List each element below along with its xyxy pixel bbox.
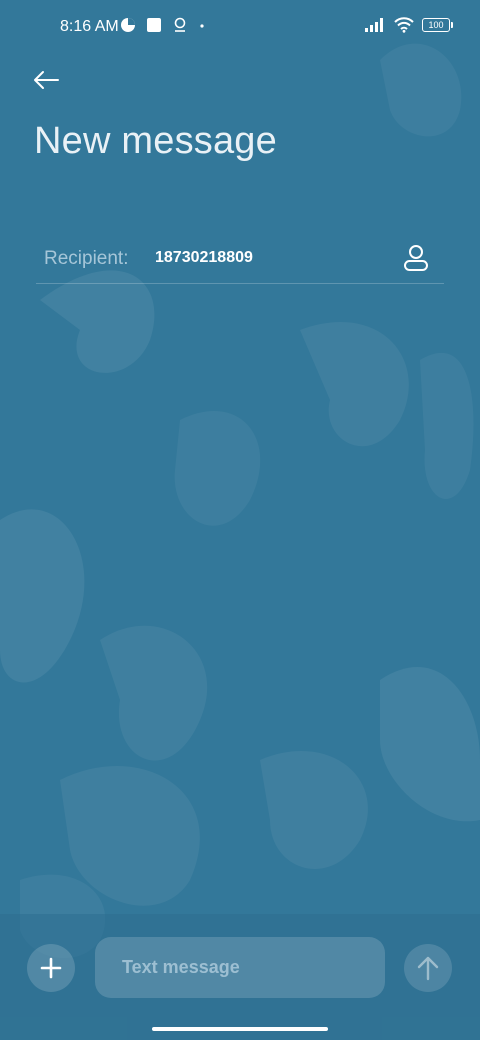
signal-icon	[365, 18, 383, 32]
recipient-divider	[36, 283, 444, 284]
person-icon	[404, 245, 428, 271]
send-button[interactable]	[404, 944, 452, 992]
home-indicator[interactable]	[152, 1027, 328, 1031]
message-input[interactable]	[122, 937, 372, 998]
recipient-row: Recipient:	[36, 232, 444, 284]
recipient-input[interactable]	[155, 249, 375, 267]
battery-icon: 100	[422, 18, 453, 32]
compose-bar	[0, 914, 480, 1040]
attach-button[interactable]	[27, 944, 75, 992]
message-field[interactable]	[95, 937, 385, 998]
status-time: 8:16 AM	[60, 18, 119, 35]
square-notification-icon	[147, 18, 161, 32]
recipient-label: Recipient:	[44, 248, 129, 269]
status-bar: 8:16 AM 100	[0, 0, 480, 56]
arrow-up-icon	[417, 956, 439, 981]
pie-chart-icon	[121, 18, 135, 32]
back-button[interactable]	[26, 62, 66, 98]
wifi-icon	[394, 17, 414, 33]
location-pin-icon	[174, 17, 186, 32]
plus-icon	[40, 957, 62, 979]
status-icons-left	[120, 17, 206, 33]
status-icons-right: 100	[364, 17, 453, 33]
contact-picker-button[interactable]	[400, 242, 432, 274]
arrow-left-icon	[34, 71, 59, 89]
page-title: New message	[34, 120, 277, 162]
dot-icon	[200, 24, 204, 28]
